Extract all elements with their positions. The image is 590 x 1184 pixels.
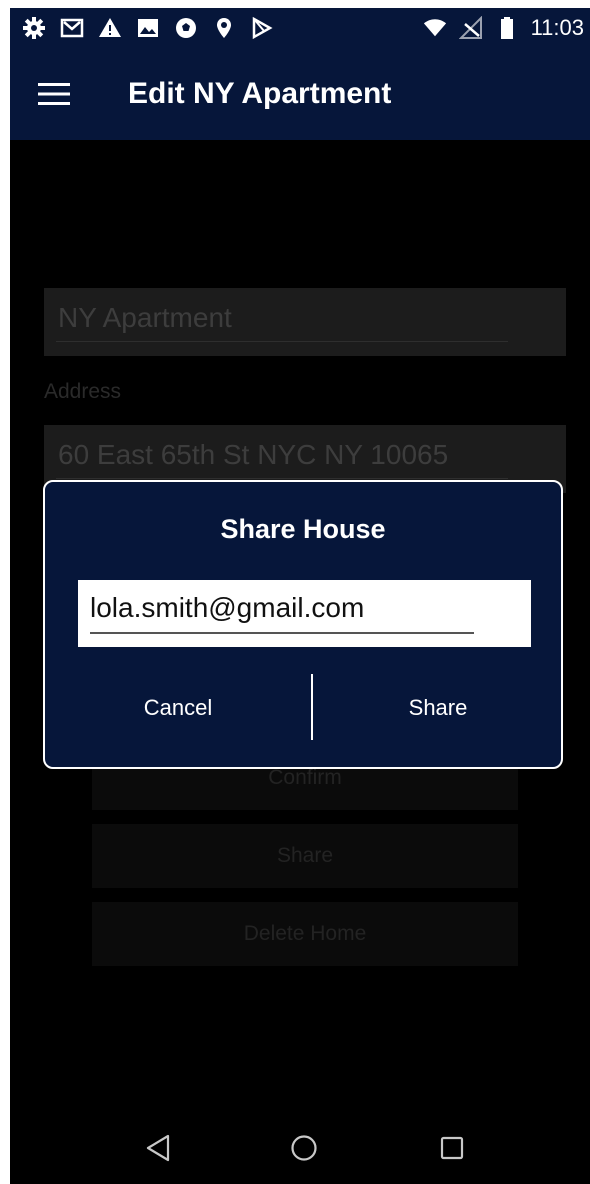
share-house-dialog: Share House Cancel Share xyxy=(43,480,563,769)
menu-button[interactable] xyxy=(32,72,76,116)
image-icon xyxy=(136,16,160,40)
soccer-ball-icon xyxy=(174,16,198,40)
hamburger-menu-icon xyxy=(38,83,70,105)
address-value: 60 East 65th St NYC NY 10065 xyxy=(58,439,449,470)
email-input[interactable] xyxy=(90,588,474,628)
share-button[interactable]: Share xyxy=(92,824,518,888)
status-bar: 11:03 xyxy=(10,8,590,48)
home-button[interactable] xyxy=(286,1130,322,1166)
wifi-icon xyxy=(423,16,447,40)
notification-icons xyxy=(22,8,274,48)
no-signal-icon xyxy=(458,16,483,40)
page-title: Edit NY Apartment xyxy=(128,77,392,110)
email-field-container xyxy=(78,580,531,647)
home-name-value: NY Apartment xyxy=(58,302,232,333)
recents-icon xyxy=(440,1136,464,1160)
delete-home-button[interactable]: Delete Home xyxy=(92,902,518,966)
address-label: Address xyxy=(44,380,122,403)
settings-icon xyxy=(22,16,46,40)
device-screen: 11:03 Edit NY Apartment NY Apartment Add… xyxy=(10,8,590,1184)
back-icon xyxy=(146,1134,170,1162)
system-icons: 11:03 xyxy=(423,8,584,48)
address-underline xyxy=(56,478,508,479)
play-store-icon xyxy=(250,16,274,40)
back-button[interactable] xyxy=(140,1130,176,1166)
location-pin-icon xyxy=(212,16,236,40)
home-name-field[interactable]: NY Apartment xyxy=(44,288,566,356)
dialog-share-button[interactable]: Share xyxy=(313,678,563,738)
battery-icon xyxy=(495,16,519,40)
app-bar: Edit NY Apartment xyxy=(10,48,590,140)
home-name-underline xyxy=(56,341,508,342)
dialog-title: Share House xyxy=(220,514,386,544)
recents-button[interactable] xyxy=(434,1130,470,1166)
home-icon xyxy=(291,1135,317,1161)
gmail-icon xyxy=(60,16,84,40)
status-time: 11:03 xyxy=(530,15,584,40)
navigation-bar xyxy=(10,1112,590,1184)
warning-icon xyxy=(98,16,122,40)
email-underline xyxy=(90,632,474,634)
cancel-button[interactable]: Cancel xyxy=(45,678,311,738)
